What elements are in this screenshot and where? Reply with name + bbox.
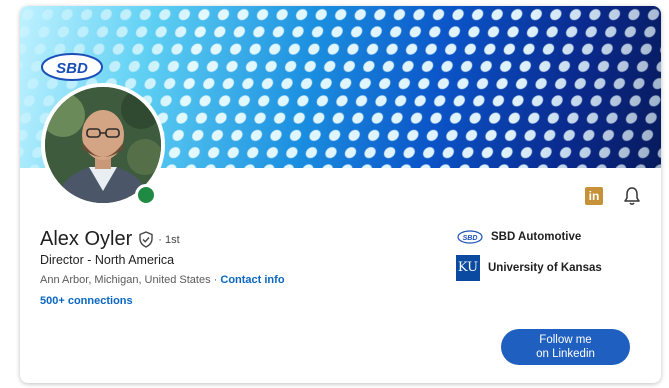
company-name: SBD Automotive (491, 231, 582, 243)
banner-logo-text: SBD (56, 60, 88, 77)
school-name: University of Kansas (488, 262, 602, 274)
profile-location: Ann Arbor, Michigan, United States · (40, 274, 221, 286)
profile-card: SBD in Alex Oyler · 1st Director - North… (20, 6, 661, 383)
contact-info-link[interactable]: Contact info (220, 274, 284, 286)
connection-degree: · 1st (158, 233, 180, 246)
name-row: Alex Oyler · 1st (40, 228, 180, 251)
company-logo-text: SBD (463, 235, 478, 242)
ku-school-logo: KU (456, 255, 480, 281)
education-school[interactable]: KU University of Kansas (456, 255, 602, 281)
online-status-dot (135, 184, 157, 206)
follow-on-linkedin-button[interactable]: Follow me on Linkedin (501, 329, 630, 365)
profile-headline: Director - North America (40, 253, 175, 267)
follow-button-line-1: Follow me (539, 334, 592, 346)
shield-check-icon[interactable] (138, 231, 154, 248)
profile-name: Alex Oyler (40, 228, 133, 250)
location-row: Ann Arbor, Michigan, United States · Con… (40, 274, 285, 286)
bell-icon[interactable] (623, 186, 641, 206)
connections-link[interactable]: 500+ connections (40, 295, 133, 307)
current-company[interactable]: SBD SBD Automotive (457, 230, 581, 244)
follow-button-line-2: on Linkedin (536, 348, 595, 360)
linkedin-icon[interactable]: in (585, 187, 603, 205)
sbd-company-logo: SBD (457, 230, 483, 244)
sbd-banner-logo: SBD (41, 53, 103, 81)
